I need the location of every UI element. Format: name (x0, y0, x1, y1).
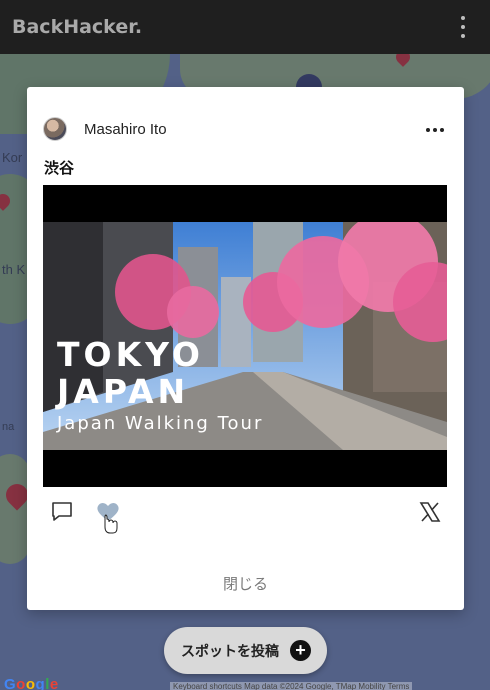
post-actions (43, 495, 447, 535)
app-bar: BackHacker. (0, 0, 490, 54)
post-spot-label: スポットを投稿 (181, 643, 279, 660)
post-title: 渋谷 (44, 159, 75, 177)
video-player[interactable]: TOKYO JAPAN Japan Walking Tour (43, 185, 447, 487)
video-title-line1: TOKYO (57, 335, 204, 374)
comment-icon[interactable] (51, 501, 73, 528)
close-button[interactable]: 閉じる (27, 573, 464, 594)
post-modal: Masahiro Ito 渋谷 TOKYO JAPAN Japan Walkin… (27, 87, 464, 610)
map-attribution[interactable]: Keyboard shortcuts Map data ©2024 Google… (170, 682, 413, 690)
app-brand[interactable]: BackHacker. (12, 16, 142, 38)
google-logo: Google (4, 676, 59, 690)
more-horizontal-icon[interactable] (426, 128, 444, 134)
heart-icon[interactable] (95, 501, 121, 540)
more-vertical-icon[interactable] (456, 16, 470, 38)
plus-icon: + (290, 640, 311, 661)
post-header: Masahiro Ito (43, 117, 167, 141)
author-name[interactable]: Masahiro Ito (84, 121, 167, 138)
avatar[interactable] (43, 117, 67, 141)
x-logo-icon[interactable] (419, 501, 441, 528)
video-subtitle: Japan Walking Tour (57, 413, 264, 434)
video-title-line2: JAPAN (57, 372, 190, 411)
post-spot-button[interactable]: スポットを投稿 + (164, 627, 327, 674)
